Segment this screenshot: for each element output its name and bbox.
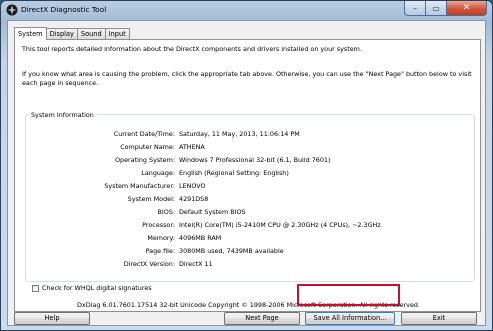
close-icon: ✕ (462, 3, 471, 13)
info-value: Default System BIOS (179, 208, 246, 216)
minimize-button[interactable]: – (404, 1, 426, 16)
info-label: Page file: (145, 247, 175, 255)
tab-input[interactable]: Input (104, 28, 130, 39)
info-value: 4291DS8 (179, 195, 209, 203)
maximize-button[interactable]: ▭ (426, 1, 447, 16)
dialog-client-area: System Display Sound Input This tool rep… (7, 20, 486, 326)
directx-app-icon (6, 4, 18, 16)
info-value: Saturday, 11 May, 2013, 11:06:14 PM (179, 130, 300, 138)
info-row-language: Language: English (Regional Setting: Eng… (26, 169, 466, 179)
info-row-computer-name: Computer Name: ATHENA (26, 143, 466, 153)
info-label: System Model: (127, 195, 175, 203)
info-value: Windows 7 Professional 32-bit (6.1, Buil… (179, 156, 331, 164)
info-label: Memory: (147, 234, 175, 242)
info-label: Computer Name: (120, 143, 175, 151)
title-bar[interactable]: DirectX Diagnostic Tool – ▭ ✕ (1, 1, 492, 19)
info-row-system-model: System Model: 4291DS8 (26, 195, 466, 205)
whql-checkbox-row[interactable]: Check for WHQL digital signatures (32, 284, 152, 292)
info-row-page-file: Page file: 3080MB used, 7439MB available (26, 247, 466, 257)
whql-checkbox[interactable] (32, 284, 39, 292)
save-button-highlight-box (297, 284, 400, 306)
info-value: 3080MB used, 7439MB available (179, 247, 284, 255)
info-row-system-manufacturer: System Manufacturer: LENOVO (26, 182, 466, 192)
maximize-icon: ▭ (432, 3, 440, 13)
minimize-icon: – (413, 3, 417, 13)
save-all-information-button[interactable]: Save All Information... (305, 312, 395, 325)
info-row-directx-version: DirectX Version: DirectX 11 (26, 260, 466, 270)
info-value: 4096MB RAM (179, 234, 222, 242)
info-label: System Manufacturer: (104, 182, 175, 190)
tab-sound[interactable]: Sound (76, 28, 106, 39)
info-value: LENOVO (179, 182, 206, 190)
tab-display[interactable]: Display (45, 28, 78, 39)
tab-strip: System Display Sound Input (14, 27, 130, 40)
help-text: If you know what area is causing the pro… (22, 70, 472, 87)
info-value: English (Regional Setting: English) (179, 169, 289, 177)
info-label: Language: (141, 169, 175, 177)
info-value: Intel(R) Core(TM) i5-2410M CPU @ 2.30GHz… (179, 221, 381, 229)
info-row-memory: Memory: 4096MB RAM (26, 234, 466, 244)
info-label: BIOS: (157, 208, 175, 216)
copyright-text: DxDiag 6.01.7601.17514 32-bit Unicode Co… (77, 301, 420, 309)
window-controls: – ▭ ✕ (404, 1, 487, 17)
info-row-bios: BIOS: Default System BIOS (26, 208, 466, 218)
close-button[interactable]: ✕ (447, 1, 487, 16)
info-row-processor: Processor: Intel(R) Core(TM) i5-2410M CP… (26, 221, 466, 231)
whql-checkbox-label[interactable]: Check for WHQL digital signatures (42, 284, 152, 292)
info-value: ATHENA (179, 143, 205, 151)
intro-text: This tool reports detailed information a… (22, 45, 362, 53)
info-label: DirectX Version: (123, 260, 175, 268)
next-page-button[interactable]: Next Page (224, 312, 300, 325)
info-label: Current Date/Time: (113, 130, 175, 138)
system-information-group: System Information Current Date/Time: Sa… (25, 111, 475, 282)
button-bar: Help Next Page Save All Information... E… (8, 312, 487, 326)
info-label: Processor: (142, 221, 175, 229)
info-row-current-date-time: Current Date/Time: Saturday, 11 May, 201… (26, 130, 466, 140)
help-button[interactable]: Help (14, 312, 90, 325)
info-value: DirectX 11 (179, 260, 213, 268)
tab-system[interactable]: System (14, 27, 47, 40)
dxdiag-window: DirectX Diagnostic Tool – ▭ ✕ System Dis… (0, 0, 493, 331)
info-row-operating-system: Operating System: Windows 7 Professional… (26, 156, 466, 166)
exit-button[interactable]: Exit (401, 312, 477, 325)
system-tab-panel: This tool reports detailed information a… (14, 39, 481, 312)
group-title: System Information (28, 111, 97, 119)
window-title: DirectX Diagnostic Tool (21, 5, 107, 14)
info-label: Operating System: (115, 156, 175, 164)
